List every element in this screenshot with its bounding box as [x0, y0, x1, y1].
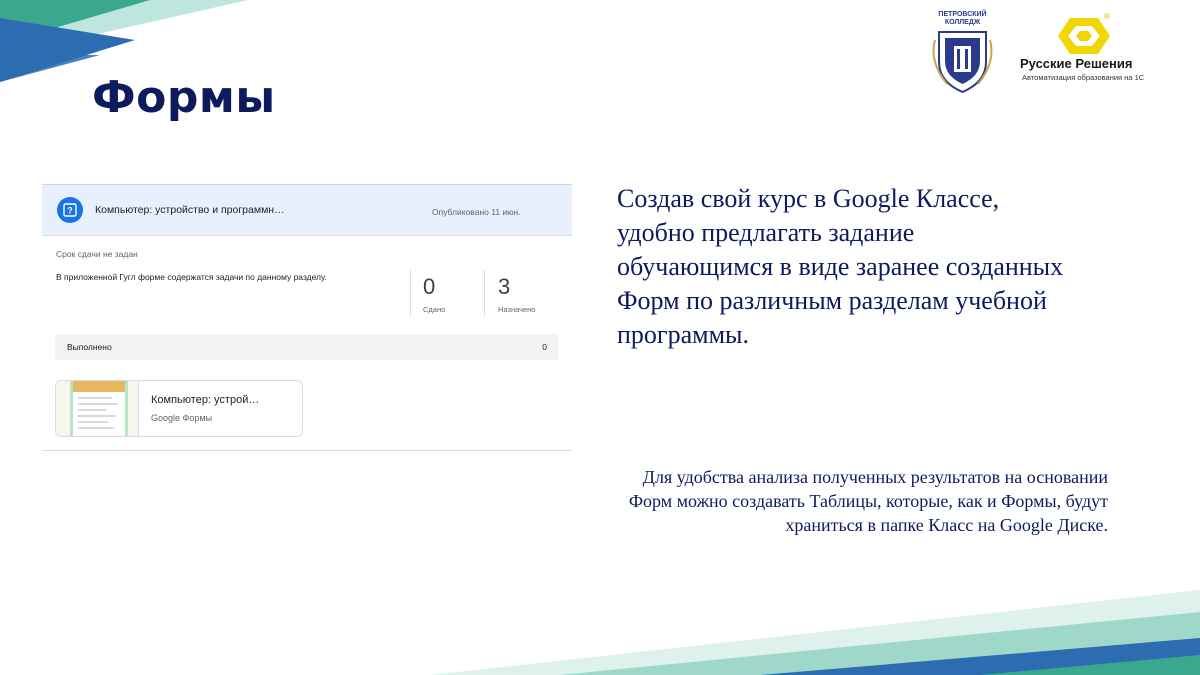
main-text: Создав свой курс в Google Классе, удобно…	[617, 184, 1064, 349]
form-thumbnail	[56, 381, 139, 436]
note-text: Для удобства анализа полученных результа…	[628, 467, 1108, 535]
assignment-description: В приложенной Гугл форме содержатся зада…	[56, 272, 327, 282]
stats-divider	[410, 270, 411, 316]
slide-title: Формы	[92, 72, 276, 123]
attachment-type: Google Формы	[151, 413, 213, 423]
assigned-count[interactable]: 3	[498, 274, 510, 300]
stats-divider	[484, 270, 485, 316]
submitted-label: Сдано	[423, 305, 446, 314]
attachment-title[interactable]: Компьютер: устрой…	[151, 394, 259, 406]
college-logo-caption: ПЕТРОВСКИЙ КОЛЛЕДЖ	[938, 11, 987, 26]
completed-label: Выполнено	[67, 342, 112, 352]
published-date: Опубликовано 11 июн.	[432, 207, 521, 217]
assignment-question-icon: ?	[57, 197, 83, 223]
registered-mark: ®	[1104, 12, 1110, 21]
completed-count: 0	[542, 342, 547, 352]
assigned-label: Назначено	[498, 305, 536, 314]
assignment-card[interactable]: ? Компьютер: устройство и программн… Опу…	[42, 184, 572, 451]
company-name: Русские Решения	[1020, 56, 1133, 71]
assignment-title[interactable]: Компьютер: устройство и программн…	[95, 204, 285, 216]
russkie-resheniya-logo	[1058, 18, 1110, 54]
completed-row[interactable]: Выполнено 0	[55, 334, 558, 360]
assignment-header[interactable]: ? Компьютер: устройство и программн… Опу…	[42, 184, 572, 236]
submitted-count[interactable]: 0	[423, 274, 435, 300]
form-attachment[interactable]: Компьютер: устрой… Google Формы	[55, 380, 303, 437]
company-tagline: Автоматизация образования на 1С	[1022, 73, 1145, 82]
due-date: Срок сдачи не задан	[56, 249, 138, 259]
svg-text:?: ?	[67, 206, 73, 216]
